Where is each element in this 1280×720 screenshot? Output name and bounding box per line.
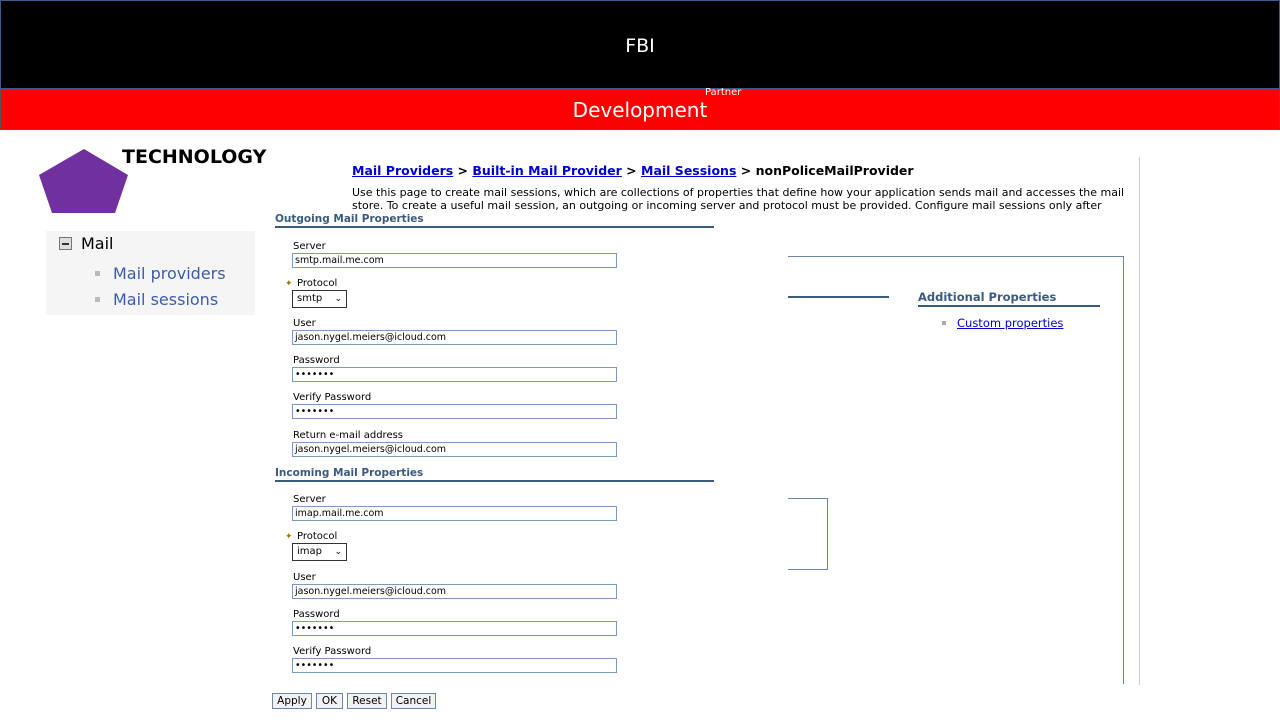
breadcrumb-separator: > xyxy=(457,163,469,178)
custom-properties-link[interactable]: Custom properties xyxy=(957,316,1063,330)
breadcrumb-mail-providers[interactable]: Mail Providers xyxy=(352,163,453,178)
incoming-protocol-label: Protocol xyxy=(297,531,338,542)
top-banner: FBI xyxy=(0,0,1280,89)
breadcrumb-separator: > xyxy=(626,163,637,178)
brand-name: TECHNOLOGY xyxy=(122,146,267,168)
sidebar-nav: Mail Mail providers Mail sessions xyxy=(46,231,255,315)
breadcrumb-separator: > xyxy=(740,163,752,178)
bullet-icon xyxy=(95,297,100,302)
chevron-down-icon: ⌄ xyxy=(334,547,342,557)
incoming-user-input[interactable]: jason.nygel.meiers@icloud.com xyxy=(292,584,617,599)
pentagon-logo-icon xyxy=(39,149,128,213)
breadcrumb: Mail Providers > Built-in Mail Provider … xyxy=(352,163,914,178)
bullet-icon xyxy=(942,321,946,325)
breadcrumb-mail-sessions[interactable]: Mail Sessions xyxy=(641,163,736,178)
required-icon: ✦ xyxy=(285,532,293,542)
bullet-icon xyxy=(95,271,100,276)
background-section-rule xyxy=(788,296,889,298)
outgoing-protocol-select[interactable]: smtp ⌄ xyxy=(292,290,347,308)
incoming-server-label: Server xyxy=(293,494,326,505)
outgoing-user-input[interactable]: jason.nygel.meiers@icloud.com xyxy=(292,330,617,345)
incoming-section-heading: Incoming Mail Properties xyxy=(275,467,714,482)
reset-button[interactable]: Reset xyxy=(347,693,387,709)
sub-banner: Development Partner xyxy=(0,87,1280,130)
incoming-protocol-value: imap xyxy=(297,546,322,557)
required-icon: ✦ xyxy=(285,279,293,289)
outgoing-server-input[interactable]: smtp.mail.me.com xyxy=(292,253,617,268)
nav-item-mail-providers[interactable]: Mail providers xyxy=(113,264,226,283)
chevron-down-icon: ⌄ xyxy=(334,294,342,304)
return-email-label: Return e-mail address xyxy=(293,430,404,441)
outgoing-protocol-value: smtp xyxy=(297,293,323,304)
content-divider xyxy=(1139,157,1140,685)
breadcrumb-current: nonPoliceMailProvider xyxy=(755,163,914,178)
cancel-button[interactable]: Cancel xyxy=(391,693,436,709)
incoming-password-input[interactable]: ••••••• xyxy=(292,621,617,636)
additional-properties-heading: Additional Properties xyxy=(918,290,1100,307)
outgoing-server-label: Server xyxy=(293,241,326,252)
outgoing-password-label: Password xyxy=(293,355,340,366)
incoming-password-label: Password xyxy=(293,609,340,620)
outgoing-password-input[interactable]: ••••••• xyxy=(292,367,617,382)
nav-item-mail-sessions[interactable]: Mail sessions xyxy=(113,290,218,309)
outgoing-verify-password-label: Verify Password xyxy=(293,392,372,403)
outgoing-user-label: User xyxy=(293,318,316,329)
incoming-protocol-select[interactable]: imap ⌄ xyxy=(292,543,347,561)
incoming-verify-password-input[interactable]: ••••••• xyxy=(292,658,617,673)
outgoing-section-heading: Outgoing Mail Properties xyxy=(275,213,714,228)
nav-group-mail: Mail xyxy=(81,234,114,253)
ok-button[interactable]: OK xyxy=(316,693,343,709)
incoming-verify-password-label: Verify Password xyxy=(293,646,372,657)
incoming-user-label: User xyxy=(293,572,316,583)
apply-button[interactable]: Apply xyxy=(272,693,312,709)
banner-subtitle: Development xyxy=(572,98,708,122)
banner-title: FBI xyxy=(625,35,655,57)
collapse-icon[interactable] xyxy=(59,237,72,250)
return-email-input[interactable]: jason.nygel.meiers@icloud.com xyxy=(292,442,617,457)
breadcrumb-builtin-mail-provider[interactable]: Built-in Mail Provider xyxy=(472,163,621,178)
partner-label: Partner xyxy=(705,87,742,98)
page-description: Use this page to create mail sessions, w… xyxy=(352,186,1125,212)
incoming-server-input[interactable]: imap.mail.me.com xyxy=(292,506,617,521)
background-panel xyxy=(788,256,1124,684)
background-textarea xyxy=(788,498,828,570)
outgoing-protocol-label: Protocol xyxy=(297,278,338,289)
outgoing-verify-password-input[interactable]: ••••••• xyxy=(292,404,617,419)
